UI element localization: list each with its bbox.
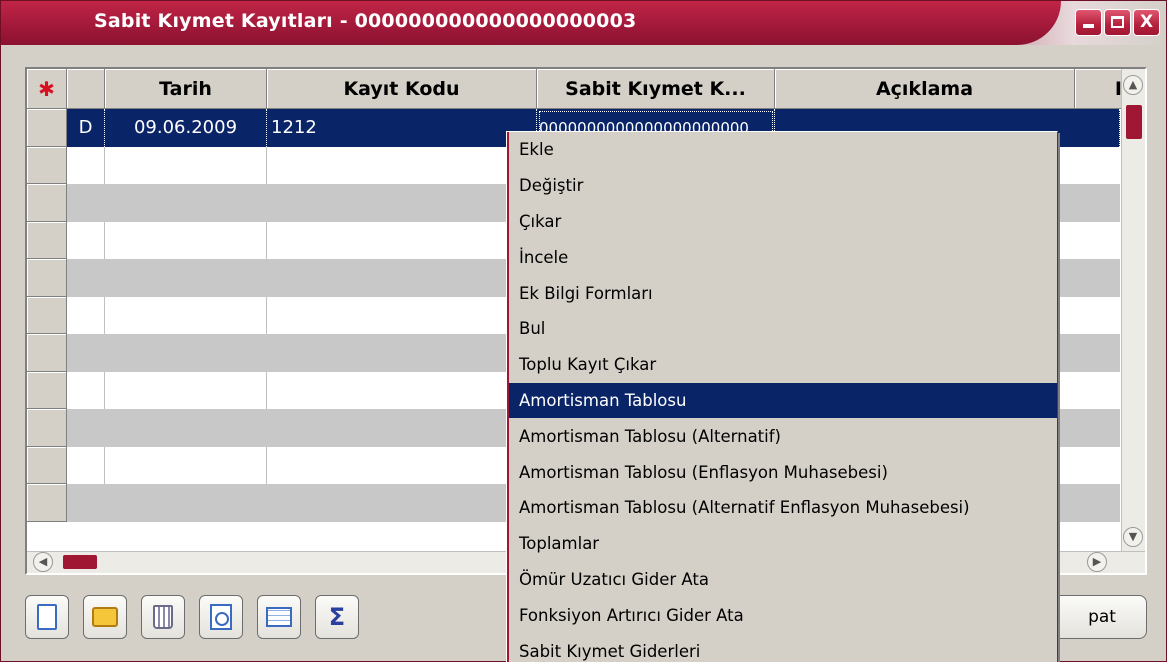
menu-item[interactable]: Amortisman Tablosu (Alternatif) xyxy=(507,418,1057,454)
grid-cell xyxy=(267,146,537,184)
minimize-icon xyxy=(1083,24,1094,28)
grid-cell xyxy=(105,371,267,409)
window-controls: X xyxy=(1075,9,1160,36)
menu-item[interactable]: Toplu Kayıt Çıkar xyxy=(507,347,1057,383)
sigma-icon: Σ xyxy=(328,603,346,631)
row-selector[interactable] xyxy=(27,109,67,147)
menu-items: Ekle Değiştir Çıkar İncele Ek Bilgi Formları… xyxy=(507,132,1057,662)
row-selector[interactable] xyxy=(27,184,67,222)
trash-icon xyxy=(153,605,173,629)
select-all-icon: ✱ xyxy=(38,76,55,101)
menu-item[interactable]: Ekle xyxy=(507,132,1057,168)
column-header-extra[interactable]: I xyxy=(1075,69,1127,109)
maximize-button[interactable] xyxy=(1104,9,1131,36)
context-menu: Ekle Değiştir Çıkar İncele Ek Bilgi Formları… xyxy=(506,131,1058,662)
column-header-code[interactable]: Kayıt Kodu xyxy=(267,69,537,109)
vertical-scroll-thumb[interactable] xyxy=(1126,105,1142,139)
grid-cell xyxy=(267,296,537,334)
horizontal-scroll-thumb[interactable] xyxy=(63,555,97,569)
scroll-right-icon[interactable]: ▶ xyxy=(1087,552,1107,572)
maximize-icon xyxy=(1111,16,1124,28)
scroll-left-icon[interactable]: ◀ xyxy=(33,552,53,572)
grid-cell xyxy=(105,221,267,259)
row-status-cell: D xyxy=(67,109,105,147)
totals-button[interactable]: Σ xyxy=(315,595,359,639)
bottom-toolbar: Σ xyxy=(25,595,359,639)
grid-cell xyxy=(67,221,105,259)
menu-item[interactable]: Ek Bilgi Formları xyxy=(507,275,1057,311)
close-window-label: pat xyxy=(1088,607,1116,627)
open-button[interactable] xyxy=(83,595,127,639)
row-selector[interactable] xyxy=(27,334,67,372)
grid-cell xyxy=(67,146,105,184)
new-document-icon xyxy=(37,604,57,630)
grid-cell xyxy=(267,371,537,409)
delete-button[interactable] xyxy=(141,595,185,639)
grid-cell xyxy=(267,446,537,484)
window-title: Sabit Kıymet Kayıtları - 000000000000000… xyxy=(94,10,637,32)
grid-header: ✱ Tarih Kayıt Kodu Sabit Kıymet K... Açı… xyxy=(27,69,1127,109)
menu-item[interactable]: Amortisman Tablosu xyxy=(507,382,1057,419)
row-selector[interactable] xyxy=(27,296,67,334)
menu-item[interactable]: Amortisman Tablosu (Alternatif Enflasyon… xyxy=(507,490,1057,526)
grid-cell xyxy=(67,296,105,334)
vertical-scrollbar[interactable]: ▲ ▼ xyxy=(1121,69,1145,555)
header-indicator xyxy=(67,69,105,109)
code-cell: 1212 xyxy=(267,109,537,147)
grid-cell xyxy=(267,221,537,259)
menu-item[interactable]: Değiştir xyxy=(507,168,1057,204)
table-icon xyxy=(266,607,292,627)
main-window: Sabit Kıymet Kayıtları - 000000000000000… xyxy=(0,0,1167,662)
menu-item[interactable]: Amortisman Tablosu (Enflasyon Muhasebesi… xyxy=(507,454,1057,490)
column-header-asset[interactable]: Sabit Kıymet K... xyxy=(537,69,775,109)
grid-cell xyxy=(105,446,267,484)
inspect-button[interactable] xyxy=(199,595,243,639)
minimize-button[interactable] xyxy=(1075,9,1102,36)
column-header-date[interactable]: Tarih xyxy=(105,69,267,109)
table-view-button[interactable] xyxy=(257,595,301,639)
title-bar[interactable]: Sabit Kıymet Kayıtları - 000000000000000… xyxy=(1,1,1166,45)
row-selector[interactable] xyxy=(27,409,67,447)
magnifier-icon xyxy=(210,604,232,630)
menu-item[interactable]: Sabit Kıymet Giderleri xyxy=(507,633,1057,662)
grid-cell xyxy=(105,146,267,184)
row-selector[interactable] xyxy=(27,221,67,259)
column-header-description[interactable]: Açıklama xyxy=(775,69,1075,109)
scroll-up-icon[interactable]: ▲ xyxy=(1123,75,1143,95)
menu-item[interactable]: Fonksiyon Artırıcı Gider Ata xyxy=(507,597,1057,633)
menu-item[interactable]: Bul xyxy=(507,311,1057,347)
menu-item[interactable]: İncele xyxy=(507,239,1057,275)
menu-item[interactable]: Toplamlar xyxy=(507,526,1057,562)
new-record-button[interactable] xyxy=(25,595,69,639)
menu-accent-stripe xyxy=(507,132,509,662)
menu-item[interactable]: Ömür Uzatıcı Gider Ata xyxy=(507,562,1057,598)
scroll-down-icon[interactable]: ▼ xyxy=(1123,527,1143,547)
grid-cell xyxy=(67,446,105,484)
grid-cell xyxy=(67,371,105,409)
date-cell: 09.06.2009 xyxy=(105,109,267,147)
folder-icon xyxy=(92,607,118,627)
row-selector[interactable] xyxy=(27,446,67,484)
menu-item[interactable]: Çıkar xyxy=(507,204,1057,240)
row-selector[interactable] xyxy=(27,371,67,409)
row-selector[interactable] xyxy=(27,259,67,297)
close-icon: X xyxy=(1139,12,1154,32)
select-all-corner[interactable]: ✱ xyxy=(27,69,67,109)
close-button[interactable]: X xyxy=(1133,9,1160,36)
row-selector[interactable] xyxy=(27,146,67,184)
grid-cell xyxy=(105,296,267,334)
row-selector[interactable] xyxy=(27,484,67,522)
